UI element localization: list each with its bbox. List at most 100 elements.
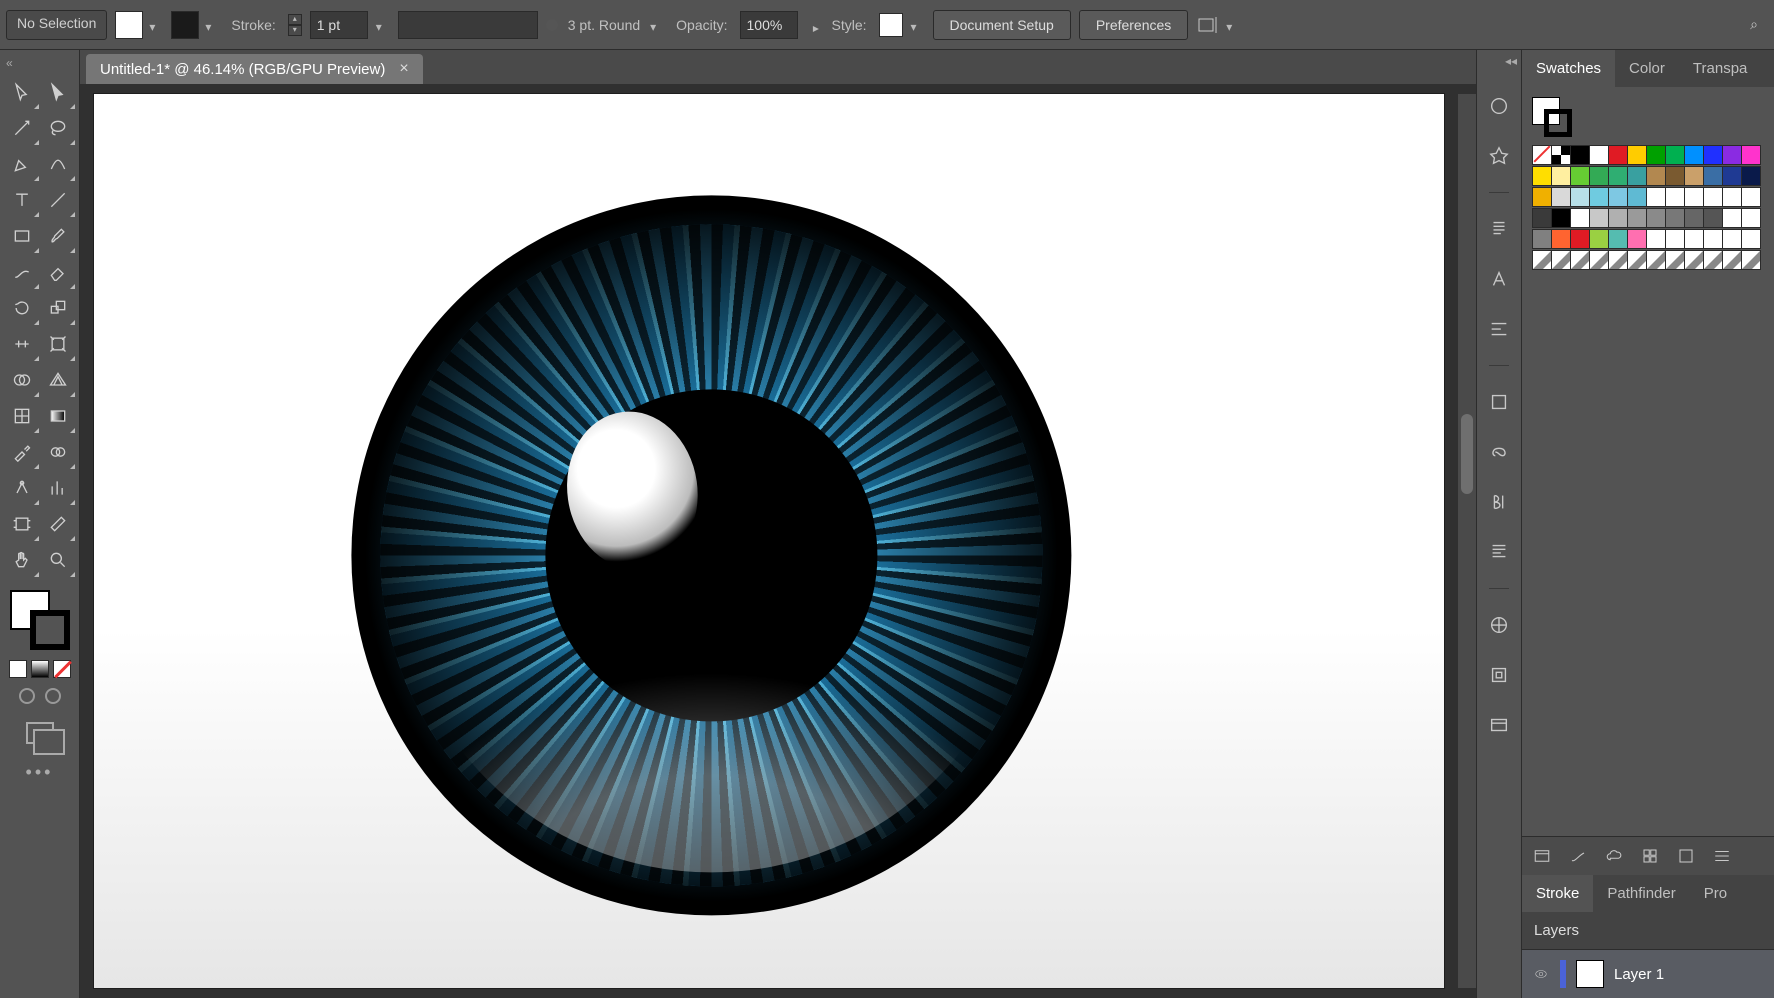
gradient-tool[interactable]	[40, 398, 76, 434]
shape-builder-tool[interactable]	[4, 362, 40, 398]
swatch[interactable]	[1684, 166, 1704, 186]
chevron-down-icon[interactable]	[149, 18, 163, 32]
chevron-right-icon[interactable]	[806, 18, 820, 32]
tab-color[interactable]: Color	[1615, 50, 1679, 87]
direct-selection-tool[interactable]	[40, 74, 76, 110]
vertical-scrollbar[interactable]	[1458, 94, 1476, 988]
document-tab[interactable]: Untitled-1* @ 46.14% (RGB/GPU Preview) ×	[86, 54, 423, 84]
eraser-tool[interactable]	[40, 254, 76, 290]
swatch[interactable]	[1703, 250, 1723, 270]
style-swatch[interactable]	[879, 13, 903, 37]
mesh-tool[interactable]	[4, 398, 40, 434]
rotate-tool[interactable]	[4, 290, 40, 326]
swatch[interactable]	[1551, 229, 1571, 249]
chevron-down-icon[interactable]	[911, 18, 925, 32]
curvature-tool[interactable]	[40, 146, 76, 182]
panel-fill-stroke[interactable]	[1532, 97, 1572, 137]
swatch[interactable]	[1684, 208, 1704, 228]
swatch-registration[interactable]	[1551, 145, 1571, 165]
chevron-down-icon[interactable]	[205, 18, 219, 32]
swatches-icon[interactable]	[1640, 847, 1660, 865]
stroke-weight-stepper[interactable]: ▴▾	[288, 14, 302, 36]
magic-wand-tool[interactable]	[4, 110, 40, 146]
draw-normal-icon[interactable]	[19, 688, 35, 704]
swatch[interactable]	[1741, 250, 1761, 270]
screen-mode-icon[interactable]	[26, 722, 54, 744]
transform-panel-icon[interactable]	[1485, 388, 1513, 416]
swatch[interactable]	[1589, 229, 1609, 249]
swatch[interactable]	[1665, 229, 1685, 249]
visibility-icon[interactable]	[1532, 967, 1550, 981]
tab-swatches[interactable]: Swatches	[1522, 50, 1615, 87]
color-mode-none[interactable]	[53, 660, 71, 678]
swatch[interactable]	[1589, 187, 1609, 207]
swatch[interactable]	[1684, 229, 1704, 249]
swatch[interactable]	[1703, 166, 1723, 186]
libraries-icon[interactable]	[1532, 847, 1552, 865]
paragraph-styles-panel-icon[interactable]	[1485, 538, 1513, 566]
appearance-panel-icon[interactable]	[1485, 92, 1513, 120]
swatch[interactable]	[1741, 166, 1761, 186]
paintbrush-tool[interactable]	[40, 218, 76, 254]
opacity-input[interactable]	[740, 11, 798, 39]
symbols-icon2[interactable]	[1676, 847, 1696, 865]
document-setup-button[interactable]: Document Setup	[933, 10, 1071, 40]
swatch[interactable]	[1665, 187, 1685, 207]
swatch[interactable]	[1608, 229, 1628, 249]
draw-behind-icon[interactable]	[45, 688, 61, 704]
free-transform-tool[interactable]	[40, 326, 76, 362]
swatch[interactable]	[1741, 208, 1761, 228]
asset-export-panel-icon[interactable]	[1485, 661, 1513, 689]
swatch[interactable]	[1570, 229, 1590, 249]
swatch[interactable]	[1551, 208, 1571, 228]
swatch[interactable]	[1627, 145, 1647, 165]
swatch[interactable]	[1608, 166, 1628, 186]
align-to-group[interactable]	[1196, 13, 1240, 37]
swatch[interactable]	[1608, 208, 1628, 228]
swatch[interactable]	[1627, 229, 1647, 249]
fill-swatch[interactable]	[115, 11, 143, 39]
swatch[interactable]	[1627, 208, 1647, 228]
hand-tool[interactable]	[4, 542, 40, 578]
swatch[interactable]	[1703, 187, 1723, 207]
zoom-tool[interactable]	[40, 542, 76, 578]
brushes-icon[interactable]	[1568, 847, 1588, 865]
layer-row[interactable]: Layer 1	[1522, 949, 1774, 998]
width-tool[interactable]	[4, 326, 40, 362]
stroke-swatch[interactable]	[171, 11, 199, 39]
swatch[interactable]	[1646, 229, 1666, 249]
swatch[interactable]	[1703, 229, 1723, 249]
layer-name[interactable]: Layer 1	[1614, 966, 1664, 983]
swatch[interactable]	[1665, 208, 1685, 228]
chevron-down-icon[interactable]	[650, 18, 664, 32]
swatch[interactable]	[1741, 187, 1761, 207]
swatch-none[interactable]	[1532, 145, 1552, 165]
brush-profile-label[interactable]: 3 pt. Round	[564, 17, 644, 33]
scale-tool[interactable]	[40, 290, 76, 326]
rectangle-tool[interactable]	[4, 218, 40, 254]
swatch[interactable]	[1608, 145, 1628, 165]
artboard[interactable]	[94, 94, 1444, 988]
swatch[interactable]	[1684, 250, 1704, 270]
close-icon[interactable]: ×	[399, 60, 408, 78]
swatch[interactable]	[1665, 145, 1685, 165]
swatch[interactable]	[1646, 166, 1666, 186]
swatch[interactable]	[1741, 229, 1761, 249]
character-panel-icon[interactable]	[1485, 265, 1513, 293]
eyedropper-tool[interactable]	[4, 434, 40, 470]
tab-properties[interactable]: Pro	[1690, 875, 1741, 912]
blend-tool[interactable]	[40, 434, 76, 470]
color-mode-solid[interactable]	[9, 660, 27, 678]
swatch[interactable]	[1684, 187, 1704, 207]
cloud-icon[interactable]	[1604, 847, 1624, 865]
swatch[interactable]	[1570, 208, 1590, 228]
swatch[interactable]	[1532, 250, 1552, 270]
more-icon[interactable]	[1712, 847, 1732, 865]
swatch[interactable]	[1551, 166, 1571, 186]
swatch[interactable]	[1589, 250, 1609, 270]
swatch[interactable]	[1665, 250, 1685, 270]
paragraph-panel-icon[interactable]	[1485, 215, 1513, 243]
pen-tool[interactable]	[4, 146, 40, 182]
swatch[interactable]	[1589, 208, 1609, 228]
stroke-weight-input[interactable]	[310, 11, 368, 39]
